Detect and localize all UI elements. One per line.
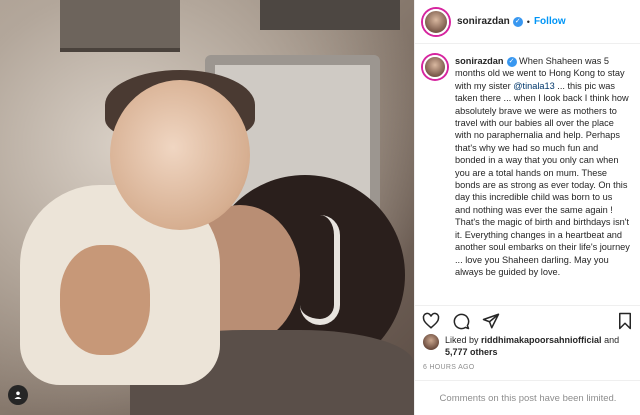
caption-part-2: ... this pic was taken there ... when I … [455, 80, 630, 277]
mention-link[interactable]: @tinala13 [513, 81, 555, 91]
post-photo[interactable] [0, 0, 414, 415]
post-timestamp[interactable]: 6 HOURS AGO [423, 364, 475, 371]
paper-plane-icon[interactable] [481, 311, 501, 331]
heart-icon[interactable] [421, 311, 441, 331]
liked-by-prefix: Liked by [445, 335, 482, 345]
post-header: sonirazdan ✓ • Follow [415, 0, 640, 44]
caption-avatar[interactable] [423, 55, 447, 79]
separator-dot: • [526, 16, 530, 27]
action-bar [415, 305, 640, 335]
photo-headband [300, 215, 340, 325]
header-username[interactable]: sonirazdan [457, 16, 510, 27]
avatar[interactable] [423, 8, 449, 35]
comments-limited-notice: Comments on this post have been limited. [415, 380, 640, 415]
liked-by-and: and [601, 335, 620, 345]
user-tag-icon[interactable] [8, 385, 28, 405]
likes-count[interactable]: 5,777 others [445, 347, 498, 357]
photo-shelf [60, 0, 180, 52]
likes-text: Liked by riddhimakapoorsahniofficial and… [445, 334, 619, 358]
likes-row: Liked by riddhimakapoorsahniofficial and… [423, 334, 638, 358]
verified-badge-icon: ✓ [506, 56, 517, 67]
photo-hands [60, 245, 150, 355]
post-sidebar: sonirazdan ✓ • Follow sonirazdan ✓ When S… [414, 0, 640, 415]
comment-icon[interactable] [451, 311, 471, 331]
liker-avatar[interactable] [423, 334, 439, 350]
photo-shelf-right [260, 0, 400, 30]
caption-username[interactable]: sonirazdan [455, 56, 504, 66]
bookmark-icon[interactable] [615, 311, 635, 331]
caption-section: sonirazdan ✓ When Shaheen was 5 months ol… [415, 45, 640, 303]
caption-text: sonirazdan ✓ When Shaheen was 5 months ol… [455, 55, 630, 303]
photo-baby-face [110, 80, 250, 230]
verified-badge-icon: ✓ [512, 16, 523, 27]
follow-button[interactable]: Follow [534, 16, 566, 27]
liked-by-user[interactable]: riddhimakapoorsahniofficial [481, 335, 602, 345]
